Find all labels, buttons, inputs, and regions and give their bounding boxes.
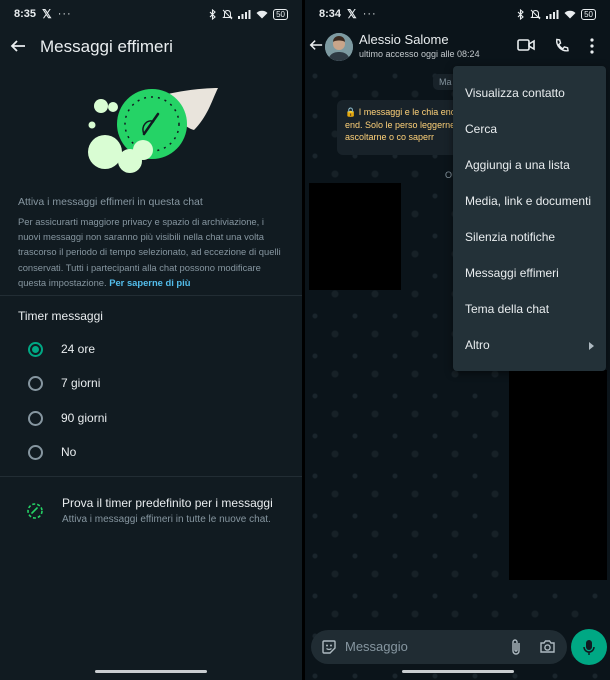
- back-arrow-icon[interactable]: [10, 38, 26, 54]
- redacted-message: [509, 370, 607, 580]
- learn-more-link[interactable]: Per saperne di più: [109, 277, 190, 288]
- timer-option-label: 24 ore: [61, 342, 96, 356]
- status-bar: 8:34 𝕏 ··· 50: [305, 0, 610, 28]
- contact-name[interactable]: Alessio Salome: [359, 32, 449, 47]
- more-options-icon[interactable]: [590, 38, 594, 54]
- timer-option-off[interactable]: No: [28, 442, 76, 462]
- menu-item-mute-notifications[interactable]: Silenzia notifiche: [465, 230, 555, 244]
- battery-icon: 50: [581, 8, 596, 20]
- menu-item-media-links-docs[interactable]: Media, link e documenti: [465, 194, 591, 208]
- bluetooth-icon: [517, 8, 524, 20]
- status-bar: 8:35 𝕏 ··· 50: [0, 0, 302, 28]
- chat-header: Alessio Salome ultimo accesso oggi alle …: [305, 28, 610, 66]
- more-notifications-icon: ···: [57, 8, 72, 20]
- sticker-icon[interactable]: [321, 639, 337, 655]
- default-timer-title: Prova il timer predefinito per i messagg…: [62, 496, 273, 510]
- app-bar: Messaggi effimeri: [0, 28, 302, 68]
- default-timer-subtitle: Attiva i messaggi effimeri in tutte le n…: [62, 514, 271, 525]
- status-time: 8:35: [14, 8, 37, 20]
- timer-option-label: 90 giorni: [61, 411, 108, 425]
- radio-button[interactable]: [28, 410, 43, 426]
- divider: [0, 295, 302, 296]
- timer-icon: [27, 503, 43, 519]
- voice-message-button[interactable]: [571, 629, 607, 665]
- silent-mode-icon: [222, 9, 233, 19]
- more-notifications-icon: ···: [362, 8, 377, 20]
- camera-icon[interactable]: [539, 639, 556, 654]
- info-title: Attiva i messaggi effimeri in questa cha…: [18, 196, 203, 208]
- timer-option-24h[interactable]: 24 ore: [28, 339, 95, 359]
- ephemeral-timer-illustration: [88, 88, 218, 173]
- info-description: Per assicurarti maggiore privacy e spazi…: [18, 214, 288, 290]
- gesture-nav-bar[interactable]: [95, 670, 207, 673]
- wifi-icon: [564, 10, 576, 18]
- redacted-message: [309, 183, 401, 290]
- timer-option-90d[interactable]: 90 giorni: [28, 408, 107, 428]
- chat-options-menu: Visualizza contatto Cerca Aggiungi a una…: [453, 66, 606, 371]
- ephemeral-settings-screen: 8:35 𝕏 ··· 50 Messaggi effimeri Attiva i…: [0, 0, 302, 680]
- menu-item-disappearing-messages[interactable]: Messaggi effimeri: [465, 266, 559, 280]
- menu-item-view-contact[interactable]: Visualizza contatto: [465, 86, 565, 100]
- battery-icon: 50: [273, 8, 288, 20]
- attach-icon[interactable]: [510, 638, 522, 656]
- menu-item-more[interactable]: Altro: [465, 338, 490, 352]
- message-composer[interactable]: Messaggio: [311, 630, 567, 664]
- timer-option-label: 7 giorni: [61, 376, 101, 390]
- x-app-icon: 𝕏: [42, 7, 52, 21]
- signal-icon: [238, 9, 251, 19]
- message-input[interactable]: Messaggio: [345, 639, 408, 654]
- profile-photo: [325, 33, 353, 61]
- divider: [0, 476, 302, 477]
- wifi-icon: [256, 10, 268, 18]
- date-chip-partial: O: [445, 170, 453, 180]
- radio-button[interactable]: [28, 375, 43, 391]
- timer-option-7d[interactable]: 7 giorni: [28, 373, 100, 393]
- page-title: Messaggi effimeri: [40, 37, 173, 56]
- silent-mode-icon: [530, 9, 541, 19]
- chat-screen: 8:34 𝕏 ··· 50 Alessio Salome ultimo acce…: [305, 0, 610, 680]
- last-seen-status: ultimo accesso oggi alle 08:24: [359, 49, 480, 59]
- status-time: 8:34: [319, 8, 342, 20]
- microphone-icon: [583, 639, 595, 655]
- bluetooth-icon: [209, 8, 216, 20]
- timer-option-label: No: [61, 445, 77, 459]
- video-call-icon[interactable]: [517, 38, 535, 52]
- avatar[interactable]: [325, 33, 353, 61]
- menu-item-add-to-list[interactable]: Aggiungi a una lista: [465, 158, 570, 172]
- radio-button-checked[interactable]: [28, 341, 43, 357]
- x-app-icon: 𝕏: [347, 7, 357, 21]
- menu-item-search[interactable]: Cerca: [465, 122, 497, 136]
- back-arrow-icon[interactable]: [309, 38, 323, 52]
- menu-item-chat-theme[interactable]: Tema della chat: [465, 302, 549, 316]
- signal-icon: [546, 9, 559, 19]
- radio-button[interactable]: [28, 444, 43, 460]
- submenu-arrow-icon: [589, 342, 594, 350]
- timer-section-label: Timer messaggi: [18, 309, 103, 323]
- gesture-nav-bar[interactable]: [401, 670, 514, 673]
- phone-call-icon[interactable]: [554, 38, 569, 53]
